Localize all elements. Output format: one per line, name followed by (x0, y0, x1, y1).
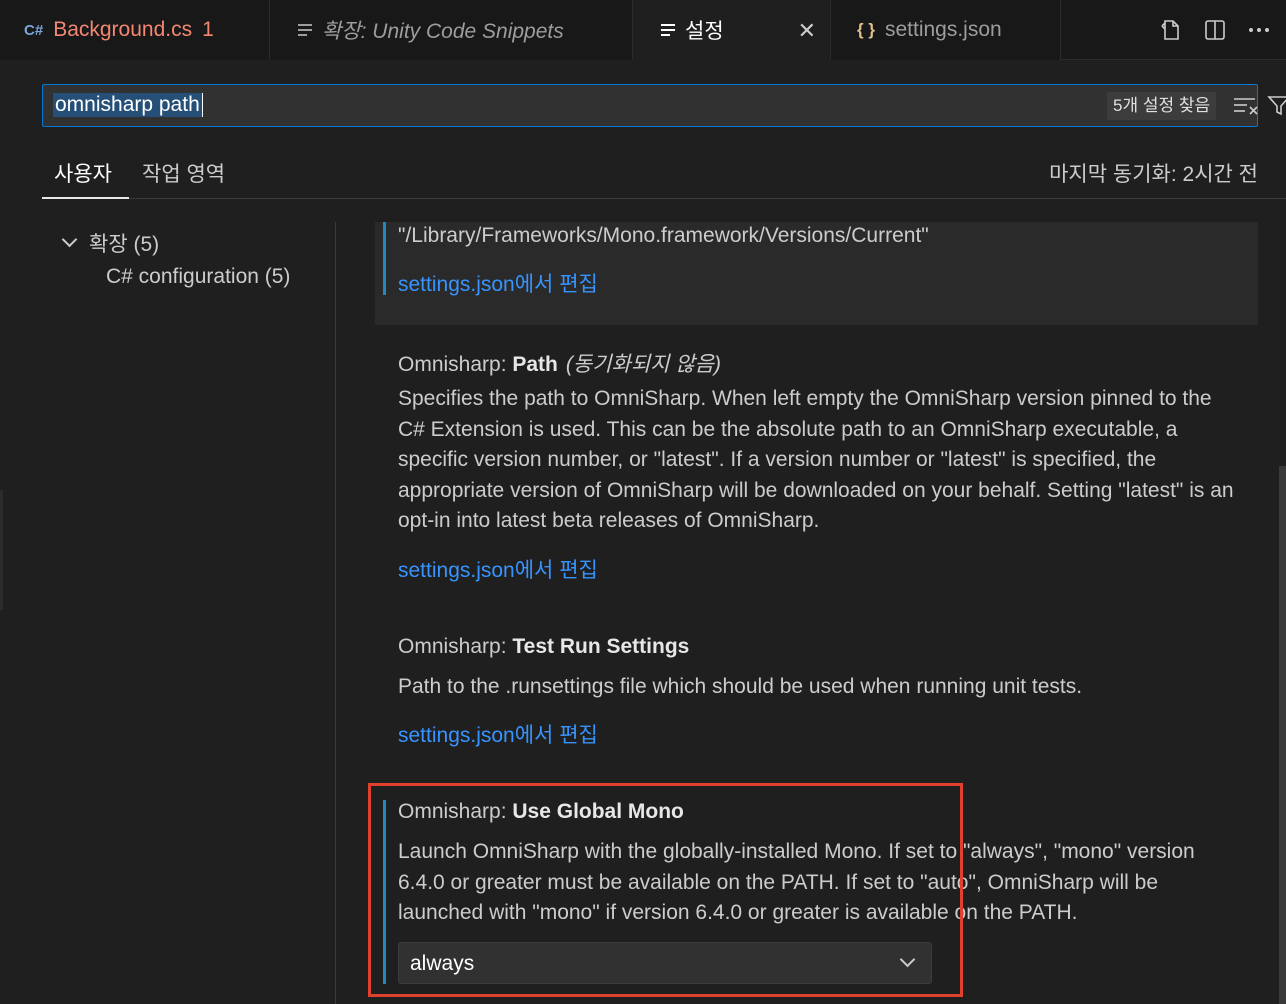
tab-settings[interactable]: 설정 ✕ (633, 0, 831, 60)
tab-label: Background.cs (53, 18, 193, 41)
setting-category: Omnisharp: (398, 353, 513, 376)
editor-actions (1156, 0, 1286, 60)
editor-tab-bar: C# Background.cs 1 확장: Unity Code Snippe… (0, 0, 1286, 60)
chevron-down-icon (61, 231, 78, 247)
settings-scope-bar: 사용자 작업 영역 마지막 동기화: 2시간 전 (42, 146, 1286, 199)
json-file-icon: { } (857, 20, 875, 39)
setting-description: Specifies the path to OmniSharp. When le… (398, 387, 1234, 532)
setting-title-test-run-settings: Omnisharp: Test Run Settings (398, 635, 689, 659)
edit-in-settings-json-link[interactable]: settings.json에서 편집 (398, 719, 598, 749)
scrollbar-thumb[interactable] (1279, 466, 1286, 1004)
settings-search-input[interactable]: omnisharp path 5개 설정 찾음 (42, 84, 1286, 127)
toc-group-label: 확장 (5) (89, 233, 160, 256)
toc-divider (335, 222, 336, 1004)
tab-extension-unity-snippets[interactable]: 확장: Unity Code Snippets (270, 0, 633, 60)
edit-in-settings-json-link[interactable]: settings.json에서 편집 (398, 554, 598, 584)
edit-in-settings-json-link[interactable]: settings.json에서 편집 (398, 268, 598, 298)
tab-settings-json[interactable]: { } settings.json (831, 0, 1061, 60)
search-result-count-badge: 5개 설정 찾음 (1107, 92, 1217, 120)
clear-search-icon[interactable] (1233, 96, 1259, 116)
problem-count-badge: 1 (202, 18, 214, 41)
sash[interactable] (0, 490, 3, 610)
setting-name: Path (512, 353, 558, 376)
close-icon[interactable]: ✕ (798, 18, 816, 44)
setting-item-previous: "/Library/Frameworks/Mono.framework/Vers… (375, 222, 1258, 325)
active-tab-indicator (42, 197, 129, 199)
tab-user-settings[interactable]: 사용자 (54, 158, 112, 188)
tab-label: settings.json (884, 18, 1002, 41)
toc-group-extensions[interactable]: 확장 (5) (61, 228, 160, 258)
tab-workspace-settings[interactable]: 작업 영역 (142, 158, 225, 188)
toc-item-csharp-configuration[interactable]: C# configuration (5) (106, 265, 290, 289)
search-query[interactable]: omnisharp path (53, 93, 203, 117)
setting-category: Omnisharp: (398, 635, 513, 658)
csharp-file-icon: C# (24, 21, 44, 39)
setting-description: Path to the .runsettings file which shou… (398, 675, 1083, 698)
settings-editor-icon (661, 24, 675, 36)
filter-icon[interactable] (1267, 94, 1286, 118)
not-synced-note: (동기화되지 않음) (565, 353, 721, 376)
more-actions-icon[interactable] (1244, 15, 1274, 45)
annotation-highlight-box (368, 783, 963, 997)
setting-value-text: "/Library/Frameworks/Mono.framework/Vers… (398, 224, 929, 247)
last-sync-status: 마지막 동기화: 2시간 전 (1049, 163, 1258, 186)
setting-name: Test Run Settings (512, 635, 690, 658)
tab-label: 설정 (685, 20, 724, 43)
tab-background-cs[interactable]: C# Background.cs 1 (0, 0, 270, 60)
split-editor-icon[interactable] (1200, 15, 1230, 45)
tab-label: 확장: Unity Code Snippets (322, 20, 564, 43)
open-settings-json-icon[interactable] (1156, 15, 1186, 45)
setting-title-omnisharp-path: Omnisharp: Path (동기화되지 않음) (398, 348, 721, 378)
preview-icon (298, 24, 312, 36)
modified-indicator (383, 222, 386, 295)
